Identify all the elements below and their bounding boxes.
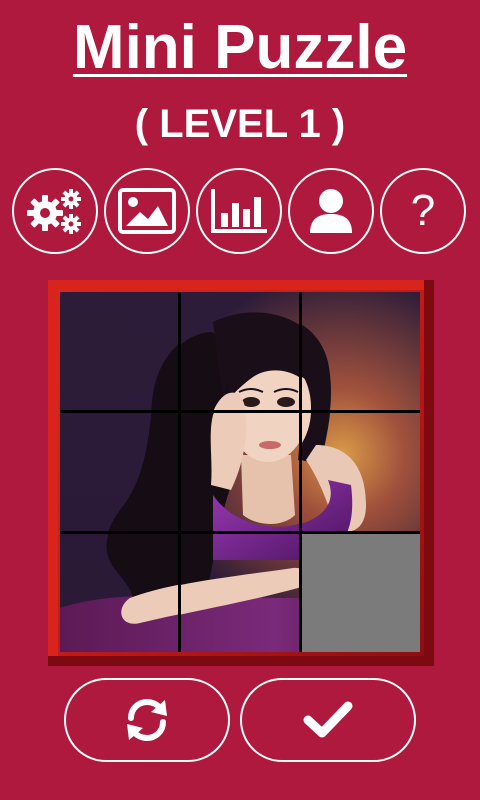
refresh-icon bbox=[127, 698, 167, 742]
puzzle-tile-7[interactable] bbox=[60, 534, 178, 652]
tile-image bbox=[181, 534, 299, 652]
tile-image bbox=[302, 413, 420, 531]
tile-image bbox=[181, 292, 299, 410]
puzzle-tile-2[interactable] bbox=[181, 292, 299, 410]
shuffle-button[interactable] bbox=[64, 678, 230, 762]
level-label: ( LEVEL 1 ) bbox=[134, 102, 346, 146]
profile-button[interactable] bbox=[288, 168, 374, 254]
stats-button[interactable] bbox=[196, 168, 282, 254]
settings-button[interactable] bbox=[12, 168, 98, 254]
toolbar: ? bbox=[12, 168, 468, 256]
user-icon bbox=[310, 189, 352, 233]
puzzle-tile-3[interactable] bbox=[302, 292, 420, 410]
tile-image bbox=[181, 413, 299, 531]
puzzle-board bbox=[60, 292, 420, 652]
tile-image bbox=[60, 413, 178, 531]
puzzle-tile-8[interactable] bbox=[181, 534, 299, 652]
tile-image bbox=[302, 292, 420, 410]
image-icon bbox=[118, 188, 176, 234]
puzzle-tile-5[interactable] bbox=[181, 413, 299, 531]
page-title: Mini Puzzle bbox=[0, 8, 480, 88]
puzzle-empty-slot[interactable] bbox=[302, 534, 420, 652]
help-button[interactable]: ? bbox=[380, 168, 466, 254]
puzzle-tile-4[interactable] bbox=[60, 413, 178, 531]
puzzle-tile-6[interactable] bbox=[302, 413, 420, 531]
gears-icon bbox=[27, 189, 81, 234]
puzzle-tile-1[interactable] bbox=[60, 292, 178, 410]
confirm-button[interactable] bbox=[240, 678, 416, 762]
check-icon bbox=[303, 701, 353, 738]
tile-image bbox=[60, 292, 178, 410]
image-button[interactable] bbox=[104, 168, 190, 254]
title-text: Mini Puzzle bbox=[72, 13, 408, 82]
tile-image bbox=[60, 534, 178, 652]
help-icon: ? bbox=[410, 186, 436, 235]
bar-chart-icon bbox=[211, 189, 267, 233]
